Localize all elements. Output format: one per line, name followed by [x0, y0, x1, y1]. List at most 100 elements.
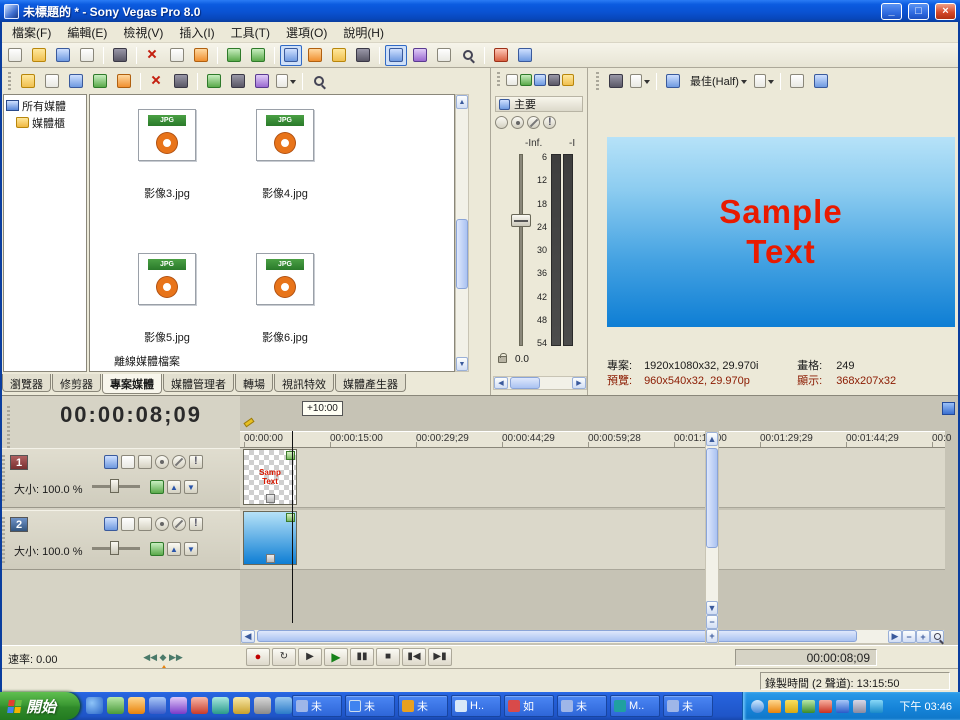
scroll-thumb[interactable]	[257, 630, 857, 642]
go-to-end-button[interactable]: ▶▮	[428, 648, 452, 666]
enable-snapping-icon[interactable]	[280, 45, 302, 66]
bus-fx-icon[interactable]	[511, 116, 524, 129]
generated-media-icon[interactable]	[286, 451, 295, 460]
zoom-out-time-icon[interactable]: −	[902, 630, 916, 643]
taskbar-button-6[interactable]: 未	[557, 695, 607, 717]
new-project-icon[interactable]	[4, 45, 26, 66]
tab-video-fx[interactable]: 視訊特效	[274, 374, 334, 392]
tray-icon[interactable]	[870, 700, 883, 713]
ignore-event-grouping-icon[interactable]	[352, 45, 374, 66]
tab-media-generators[interactable]: 媒體產生器	[335, 374, 406, 392]
media-item-image6[interactable]: JPG 影像6.jpg	[230, 253, 340, 345]
zoom-tool-icon[interactable]	[930, 630, 944, 643]
taskbar-button-5[interactable]: 如	[504, 695, 554, 717]
quicklaunch-icon[interactable]	[107, 697, 124, 714]
track-level-handle[interactable]	[110, 541, 119, 555]
track-solo-icon[interactable]	[189, 455, 203, 469]
scroll-thumb[interactable]	[510, 377, 540, 389]
master-fader-track[interactable]	[519, 154, 523, 346]
quicklaunch-browser-icon[interactable]	[86, 697, 103, 714]
scroll-thumb[interactable]	[706, 448, 718, 548]
interactive-tutorials-icon[interactable]	[490, 45, 512, 66]
taskbar-button-1[interactable]: 未	[292, 695, 342, 717]
scroll-down-icon[interactable]: ▼	[706, 601, 718, 615]
event-pan-crop-icon[interactable]	[266, 494, 275, 503]
media-fx-icon[interactable]	[251, 71, 273, 92]
tray-icon[interactable]	[785, 700, 798, 713]
scroll-up-icon[interactable]: ▲	[706, 432, 718, 446]
copy-snapshot-icon[interactable]	[786, 71, 808, 92]
play-button[interactable]: ▶	[324, 648, 348, 666]
track-grip[interactable]	[2, 517, 5, 563]
quicklaunch-icon[interactable]	[233, 697, 250, 714]
stop-button[interactable]: ■	[376, 648, 400, 666]
track-motion-icon[interactable]	[121, 517, 135, 531]
quicklaunch-icon[interactable]	[254, 697, 271, 714]
timeline-cursor[interactable]	[292, 431, 293, 623]
minimize-button[interactable]: _	[881, 3, 902, 20]
bypass-motion-blur-icon[interactable]	[104, 455, 118, 469]
taskbar-button-7[interactable]: M..	[610, 695, 660, 717]
bus-mute-icon[interactable]	[527, 116, 540, 129]
track-header-1[interactable]: 1 大小: 100.0 % ▲ ▼	[0, 448, 240, 508]
pause-button[interactable]: ▮▮	[350, 648, 374, 666]
taskbar-clock[interactable]: 下午 03:46	[899, 698, 960, 714]
paste-icon[interactable]	[190, 45, 212, 66]
save-project-icon[interactable]	[52, 45, 74, 66]
redo-icon[interactable]	[247, 45, 269, 66]
envelope-edit-tool-icon[interactable]	[409, 45, 431, 66]
scroll-left-icon[interactable]: ◀	[494, 377, 508, 389]
tab-explorer[interactable]: 瀏覽器	[2, 374, 51, 392]
search-media-icon[interactable]	[308, 71, 330, 92]
taskbar-button-4[interactable]: H..	[451, 695, 501, 717]
get-media-from-web-icon[interactable]	[89, 71, 111, 92]
marker-pencil-icon[interactable]	[243, 418, 254, 428]
scroll-left-icon[interactable]: ◀	[241, 630, 255, 643]
track-automation-icon[interactable]	[138, 455, 152, 469]
menu-view[interactable]: 檢視(V)	[115, 22, 171, 43]
master-bus-header[interactable]: 主要	[495, 96, 583, 112]
project-properties-icon[interactable]	[109, 45, 131, 66]
master-fader-handle[interactable]	[511, 214, 531, 227]
downmix-output-icon[interactable]	[548, 74, 560, 86]
menu-help[interactable]: 說明(H)	[335, 22, 392, 43]
mixer-properties-icon[interactable]	[534, 74, 546, 86]
insert-audio-bus-icon[interactable]	[506, 74, 518, 86]
media-item-image5[interactable]: JPG 影像5.jpg	[112, 253, 222, 345]
hide-icons-icon[interactable]	[751, 700, 764, 713]
track-header-2[interactable]: 2 大小: 100.0 % ▲ ▼	[0, 510, 240, 570]
zoom-in-time-icon[interactable]: +	[916, 630, 930, 643]
extract-audio-icon[interactable]	[113, 71, 135, 92]
normal-edit-tool-icon[interactable]	[385, 45, 407, 66]
track-mute-icon[interactable]	[172, 517, 186, 531]
make-parent-icon[interactable]: ▲	[167, 542, 181, 556]
scroll-right-icon[interactable]: ▶	[888, 630, 902, 643]
loop-playback-button[interactable]: ↻	[272, 648, 296, 666]
track-fx-icon[interactable]	[155, 517, 169, 531]
save-snapshot-icon[interactable]	[810, 71, 832, 92]
preview-quality-dropdown[interactable]: 最佳(Half)	[686, 71, 751, 91]
zoom-out-track-icon[interactable]: −	[706, 615, 718, 629]
time-ruler[interactable]: 00:00:00 00:00:15:00 00:00:29;29 00:00:4…	[240, 431, 945, 448]
scroll-track[interactable]	[706, 446, 718, 601]
bus-automation-icon[interactable]	[495, 116, 508, 129]
track-grip[interactable]	[2, 455, 5, 501]
scroll-right-icon[interactable]: ▶	[572, 377, 586, 389]
tray-icon[interactable]	[853, 700, 866, 713]
selection-edit-tool-icon[interactable]	[433, 45, 455, 66]
bus-solo-icon[interactable]	[543, 116, 556, 129]
video-event-text-clip[interactable]: Samp Text	[243, 449, 297, 505]
bypass-motion-blur-icon[interactable]	[104, 517, 118, 531]
play-from-start-button[interactable]: ▶	[298, 648, 322, 666]
make-child-icon[interactable]: ▼	[184, 542, 198, 556]
track-fx-icon[interactable]	[155, 455, 169, 469]
dim-output-icon[interactable]	[562, 74, 574, 86]
media-item-image3[interactable]: JPG 影像3.jpg	[112, 109, 222, 201]
scroll-track[interactable]	[508, 377, 572, 389]
track-number-badge[interactable]: 2	[10, 517, 28, 532]
tray-icon[interactable]	[836, 700, 849, 713]
track-motion-icon[interactable]	[121, 455, 135, 469]
taskbar-button-2[interactable]: 未	[345, 695, 395, 717]
split-screen-view-icon[interactable]	[629, 71, 651, 92]
copy-icon[interactable]	[166, 45, 188, 66]
